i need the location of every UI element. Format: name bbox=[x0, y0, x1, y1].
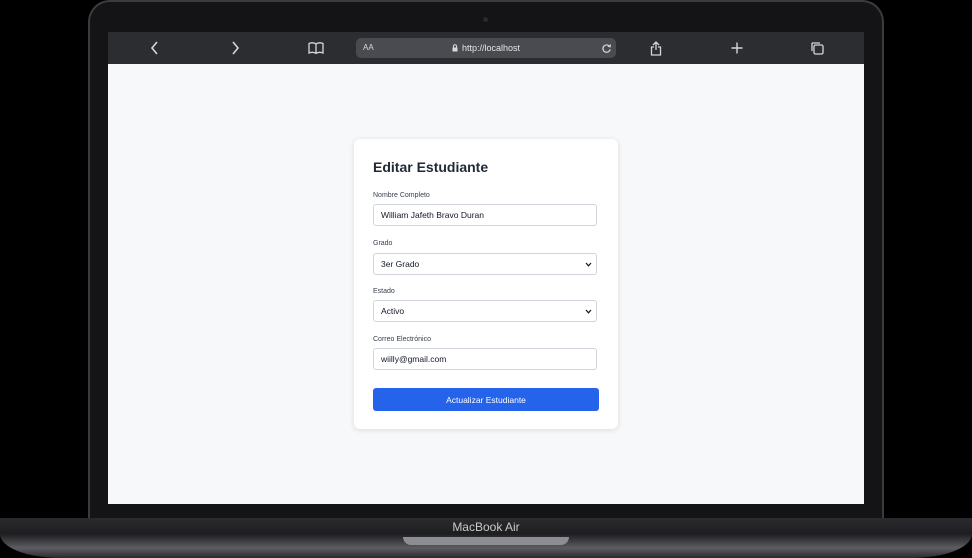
url-text: http://localhost bbox=[461, 43, 521, 53]
email-label: Correo Electrónico bbox=[373, 336, 431, 343]
grade-label: Grado bbox=[373, 240, 393, 247]
name-input[interactable]: William Jafeth Bravo Duran bbox=[373, 204, 597, 226]
tabs-icon[interactable] bbox=[803, 32, 831, 64]
form-title: Editar Estudiante bbox=[373, 159, 489, 175]
laptop-hinge-notch bbox=[403, 537, 569, 545]
browser-window: AA http://localhost Editar Estudiante No… bbox=[108, 32, 864, 504]
status-select-value: Activo bbox=[381, 306, 405, 316]
camera-icon bbox=[483, 17, 488, 22]
share-icon[interactable] bbox=[642, 32, 670, 64]
email-input-value: wiilly@gmail.com bbox=[381, 354, 447, 364]
edit-student-form: Editar Estudiante Nombre Completo Willia… bbox=[354, 139, 618, 429]
chevron-down-icon bbox=[585, 301, 592, 321]
new-tab-icon[interactable] bbox=[723, 32, 751, 64]
address-bar[interactable]: AA http://localhost bbox=[356, 38, 616, 58]
browser-toolbar: AA http://localhost bbox=[108, 32, 864, 64]
name-input-value: William Jafeth Bravo Duran bbox=[381, 210, 484, 220]
email-input[interactable]: wiilly@gmail.com bbox=[373, 348, 597, 370]
update-student-button[interactable]: Actualizar Estudiante bbox=[373, 388, 599, 411]
back-icon[interactable] bbox=[141, 32, 169, 64]
grade-select-value: 3er Grado bbox=[381, 259, 420, 269]
status-select[interactable]: Activo bbox=[373, 300, 597, 322]
grade-select[interactable]: 3er Grado bbox=[373, 253, 597, 275]
status-label: Estado bbox=[373, 288, 395, 295]
lock-icon bbox=[452, 39, 458, 59]
name-label: Nombre Completo bbox=[373, 192, 430, 199]
reload-icon[interactable] bbox=[601, 38, 612, 58]
forward-icon[interactable] bbox=[221, 32, 249, 64]
bookmarks-icon[interactable] bbox=[302, 32, 330, 64]
chevron-down-icon bbox=[585, 254, 592, 274]
device-label: MacBook Air bbox=[452, 520, 520, 534]
